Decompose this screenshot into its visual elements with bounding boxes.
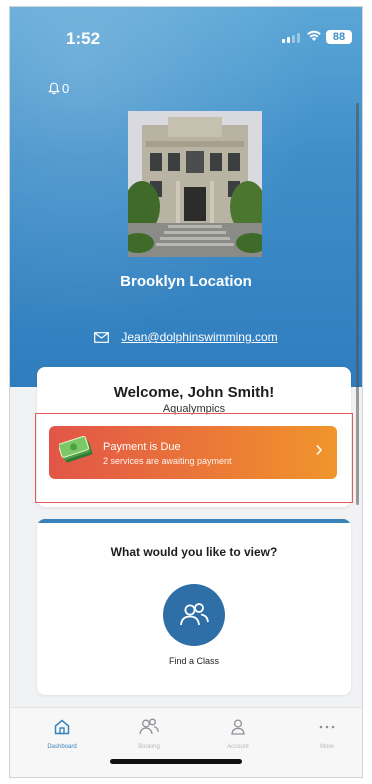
more-icon [319,725,335,729]
welcome-subtitle: Aqualympics [162,403,226,415]
money-icon [59,436,93,463]
payment-subtitle: 2 services are awaiting payment [103,456,232,466]
tab-booking[interactable]: Booking [119,718,179,750]
status-bar: 1:52 88 [10,7,362,65]
payment-title: Payment is Due [103,441,181,453]
tab-label: Dashboard [47,744,77,750]
tab-label: Booking [138,744,160,750]
wifi-icon [306,29,322,47]
tab-bar: Dashboard Booking Account More [10,707,362,777]
mail-icon [94,331,110,343]
signal-icon [282,33,300,43]
tab-label: More [320,744,334,750]
home-indicator [110,759,242,764]
tab-account[interactable]: Account [208,718,268,750]
scrollbar[interactable] [356,103,359,505]
contact-email: Jean@dolphinswimming.com [10,330,362,344]
chevron-right-icon [316,444,323,456]
view-options-card: What would you like to view? Find a Clas… [37,519,351,695]
tab-more[interactable]: More [297,718,357,750]
app-screen: 1:52 88 0 Brooklyn Location Jean@dolphin… [9,6,363,778]
people-icon [180,603,209,626]
location-name: Brooklyn Location [120,273,252,290]
view-question: What would you like to view? [110,545,278,559]
status-time: 1:52 [66,29,101,48]
welcome-title: Welcome, John Smith! [113,384,275,401]
bell-icon [48,82,60,95]
people-icon [139,718,159,735]
notification-count: 0 [62,81,70,96]
home-icon [54,719,70,735]
find-class-label[interactable]: Find a Class [37,656,351,666]
battery-icon: 88 [326,30,352,44]
tab-dashboard[interactable]: Dashboard [32,718,92,750]
notifications-button[interactable]: 0 [48,81,69,96]
payment-due-banner[interactable]: Payment is Due 2 services are awaiting p… [49,426,337,479]
email-link[interactable]: Jean@dolphinswimming.com [121,330,277,344]
card-accent-bar [37,519,351,523]
find-class-button[interactable] [163,584,225,646]
location-photo [128,111,262,257]
person-icon [231,719,245,735]
tab-label: Account [227,744,249,750]
